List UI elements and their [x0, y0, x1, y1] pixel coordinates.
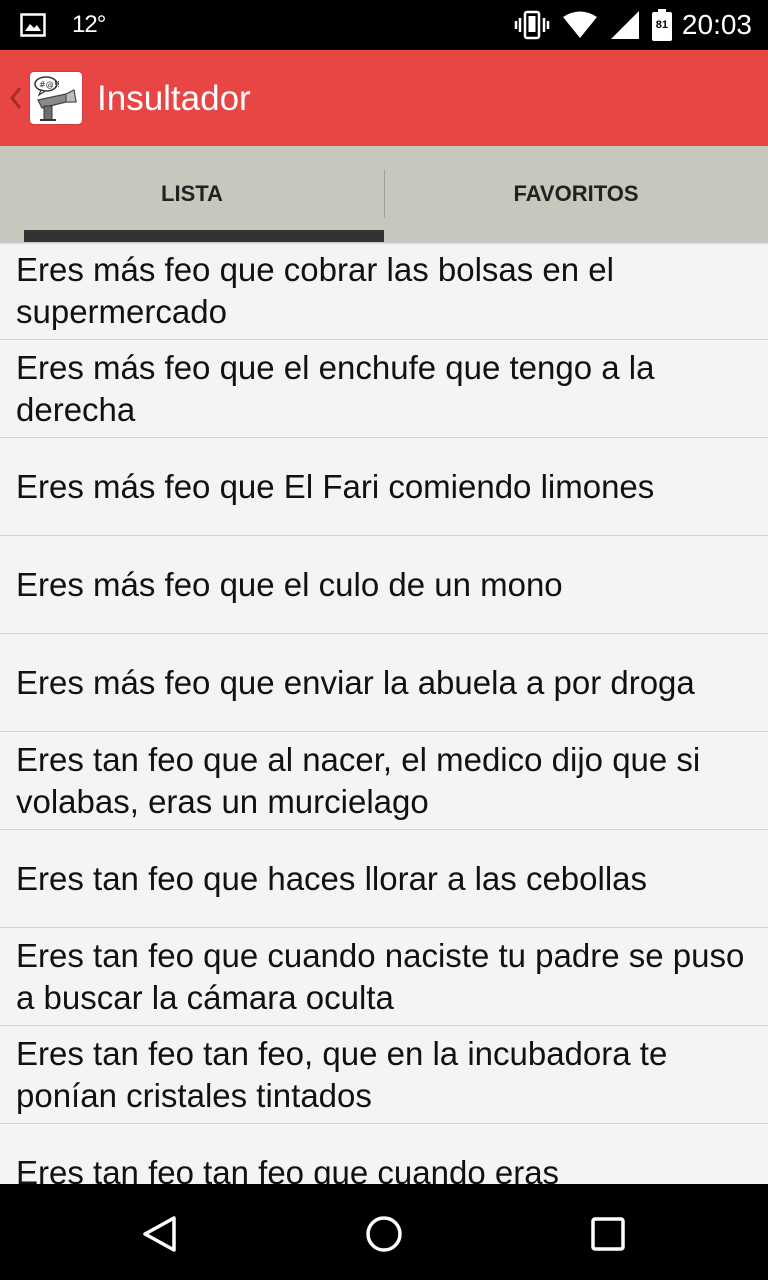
list-item-text: Eres tan feo que haces llorar a las cebo…: [16, 859, 648, 897]
list-item-text: Eres tan feo tan feo que cuando eras: [16, 1153, 560, 1185]
list-item-text: Eres tan feo que cuando naciste tu padre…: [16, 936, 745, 1016]
list-item[interactable]: Eres tan feo que cuando naciste tu padre…: [0, 928, 768, 1026]
navigation-bar: [0, 1184, 768, 1280]
list-item-text: Eres más feo que el culo de un mono: [16, 565, 563, 603]
nav-back-icon[interactable]: [140, 1214, 180, 1254]
tab-bar: LISTA FAVORITOS: [0, 146, 768, 242]
list-item[interactable]: Eres más feo que el enchufe que tengo a …: [0, 340, 768, 438]
status-left: 12°: [20, 0, 106, 50]
list-item[interactable]: Eres más feo que cobrar las bolsas en el…: [0, 242, 768, 340]
tab-favoritos[interactable]: FAVORITOS: [384, 146, 768, 242]
list-item[interactable]: Eres más feo que el culo de un mono: [0, 536, 768, 634]
app-bar: #@!! Insultador: [0, 50, 768, 146]
list-item-text: Eres tan feo tan feo, que en la incubado…: [16, 1034, 668, 1114]
nav-home-icon[interactable]: [364, 1214, 404, 1254]
svg-text:#@!!: #@!!: [39, 80, 60, 89]
status-bar: 12° 81 20:03: [0, 0, 768, 50]
battery-level-text: 81: [655, 19, 669, 31]
signal-icon: [610, 10, 640, 40]
app-title: Insultador: [97, 79, 251, 118]
list-item-text: Eres más feo que el enchufe que tengo a …: [16, 348, 655, 428]
insult-list[interactable]: Eres más feo que cobrar las bolsas en el…: [0, 242, 768, 1184]
list-item[interactable]: Eres tan feo tan feo que cuando eras: [0, 1124, 768, 1185]
list-item-text: Eres más feo que enviar la abuela a por …: [16, 663, 695, 701]
list-item[interactable]: Eres más feo que El Fari comiendo limone…: [0, 438, 768, 536]
wifi-icon: [562, 11, 598, 39]
list-item-text: Eres más feo que El Fari comiendo limone…: [16, 467, 655, 505]
vibrate-icon: [514, 10, 550, 40]
tab-lista[interactable]: LISTA: [0, 146, 384, 242]
clock-text: 20:03: [681, 9, 752, 40]
list-item[interactable]: Eres tan feo tan feo, que en la incubado…: [0, 1026, 768, 1124]
app-logo-icon[interactable]: #@!!: [30, 72, 82, 124]
nav-recents-icon[interactable]: [588, 1214, 628, 1254]
status-right: 81 20:03: [514, 0, 752, 50]
list-item[interactable]: Eres tan feo que al nacer, el medico dij…: [0, 732, 768, 830]
list-item[interactable]: Eres más feo que enviar la abuela a por …: [0, 634, 768, 732]
selected-tab-indicator: [24, 230, 384, 242]
image-notification-icon: [20, 13, 46, 37]
up-chevron-icon[interactable]: [6, 82, 26, 114]
list-item-text: Eres tan feo que al nacer, el medico dij…: [16, 740, 701, 820]
temperature-text: 12°: [72, 11, 106, 38]
battery-icon: 81: [651, 9, 672, 41]
screen: 12° 81 20:03 #@!! Insultador LISTA FAVOR…: [0, 0, 768, 1280]
list-item[interactable]: Eres tan feo que haces llorar a las cebo…: [0, 830, 768, 928]
list-item-text: Eres más feo que cobrar las bolsas en el…: [16, 250, 614, 330]
